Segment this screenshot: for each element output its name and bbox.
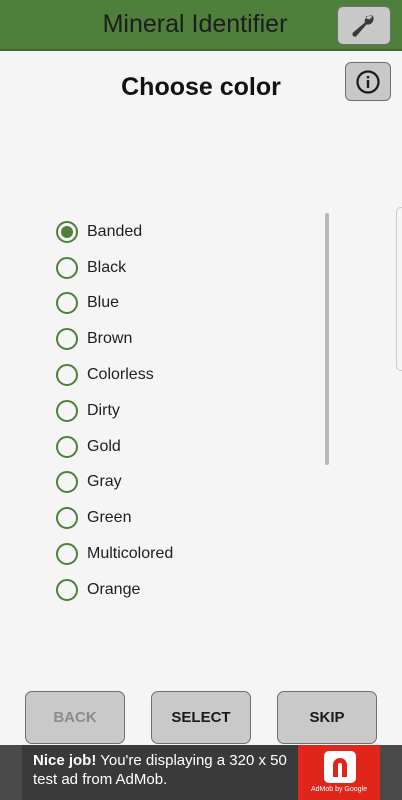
color-option-green[interactable]: Green (56, 500, 316, 536)
option-label: Orange (87, 580, 141, 598)
option-label: Multicolored (87, 545, 174, 563)
radio-unchecked-icon[interactable] (56, 399, 78, 422)
color-option-gold[interactable]: Gold (56, 429, 316, 465)
color-option-orange[interactable]: Orange (56, 572, 316, 608)
option-label: Brown (87, 330, 133, 348)
color-option-list: Banded Black Blue Brown Colorless Dirty … (56, 214, 316, 608)
option-label: Gold (87, 437, 121, 455)
color-option-blue[interactable]: Blue (56, 286, 316, 322)
option-label: Dirty (87, 401, 120, 419)
option-label: Blue (87, 294, 120, 312)
app-bar: Mineral Identifier (0, 0, 402, 51)
radio-unchecked-icon[interactable] (56, 435, 78, 458)
radio-unchecked-icon[interactable] (56, 256, 78, 279)
back-button[interactable]: BACK (25, 691, 125, 744)
radio-unchecked-icon[interactable] (56, 543, 78, 566)
option-label: Black (87, 258, 127, 276)
skip-button[interactable]: SKIP (277, 691, 377, 744)
option-label: Gray (87, 473, 122, 491)
radio-unchecked-icon[interactable] (56, 578, 78, 601)
option-label: Colorless (87, 366, 154, 384)
color-option-brown[interactable]: Brown (56, 321, 316, 357)
radio-unchecked-icon[interactable] (56, 328, 78, 351)
color-option-banded[interactable]: Banded (56, 214, 316, 250)
admob-logo[interactable]: AdMob by Google (298, 745, 380, 800)
radio-unchecked-icon[interactable] (56, 364, 78, 387)
color-option-colorless[interactable]: Colorless (56, 357, 316, 393)
color-option-gray[interactable]: Gray (56, 465, 316, 501)
admob-logo-text: AdMob by Google (310, 786, 368, 793)
option-label: Green (87, 509, 132, 527)
radio-unchecked-icon[interactable] (56, 507, 78, 530)
option-label: Banded (87, 222, 143, 240)
ad-text: Nice job! You're displaying a 320 x 50 t… (33, 751, 301, 789)
radio-checked-icon[interactable] (56, 220, 78, 243)
side-drawer-handle[interactable] (396, 207, 402, 371)
page-title: Choose color (121, 73, 281, 101)
radio-unchecked-icon[interactable] (56, 471, 78, 494)
wrench-icon (352, 15, 374, 37)
color-option-dirty[interactable]: Dirty (56, 393, 316, 429)
admob-icon (324, 751, 356, 783)
radio-unchecked-icon[interactable] (56, 292, 78, 315)
scrollbar[interactable] (325, 213, 329, 465)
settings-button[interactable] (337, 6, 391, 45)
ad-headline: Nice job! (33, 752, 97, 769)
color-option-multicolored[interactable]: Multicolored (56, 536, 316, 572)
ad-banner[interactable]: Nice job! You're displaying a 320 x 50 t… (0, 745, 402, 800)
select-button[interactable]: SELECT (151, 691, 251, 744)
app-title: Mineral Identifier (102, 10, 288, 38)
color-option-black[interactable]: Black (56, 250, 316, 286)
